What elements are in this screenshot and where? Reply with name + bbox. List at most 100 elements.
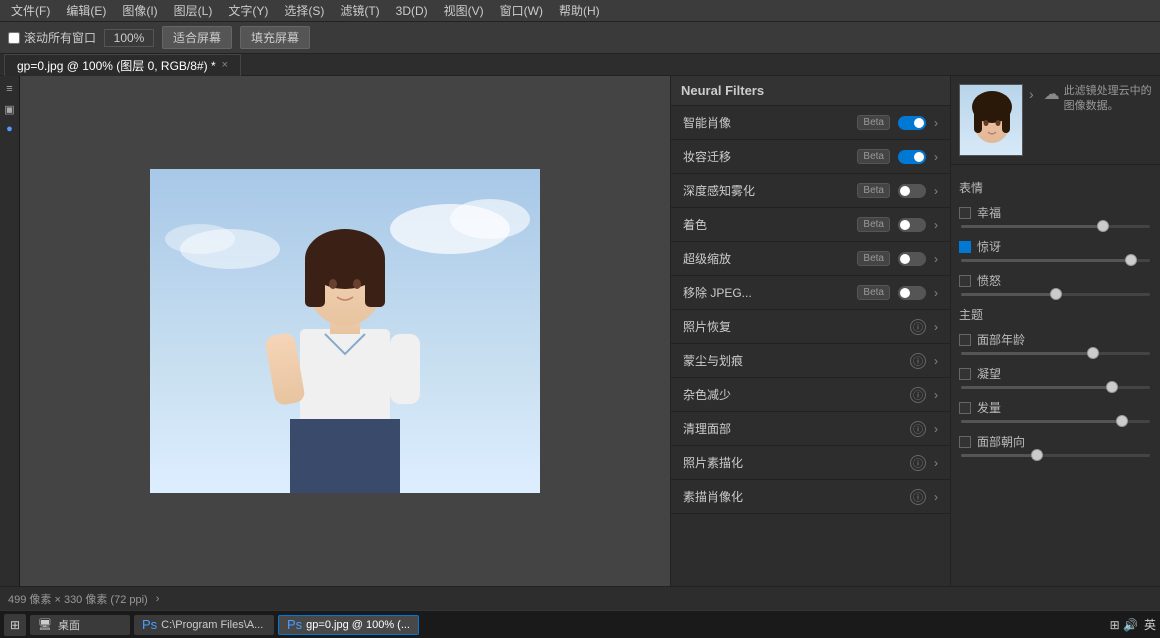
filter-toggle-colorize[interactable] xyxy=(898,218,926,232)
thumb-anger[interactable] xyxy=(1050,288,1062,300)
track-face-age[interactable] xyxy=(961,352,1150,355)
systray-icons: ⊞ 🔊 xyxy=(1110,618,1138,632)
checkbox-surprise[interactable] xyxy=(959,241,971,253)
filter-arrow-super-zoom: › xyxy=(934,252,938,266)
filter-item-smart-portrait[interactable]: 智能肖像 Beta › xyxy=(671,106,950,140)
track-happiness[interactable] xyxy=(961,225,1150,228)
taskbar-app1[interactable]: Ps C:\Program Files\A... xyxy=(134,615,274,635)
filter-arrow-depth-fog: › xyxy=(934,184,938,198)
filter-name-remove-jpeg: 移除 JPEG... xyxy=(683,284,849,301)
zoom-input[interactable] xyxy=(104,29,154,47)
menu-window[interactable]: 窗口(W) xyxy=(493,0,550,21)
track-hair[interactable] xyxy=(961,420,1150,423)
taskbar-desktop[interactable]: 🖥 桌面 xyxy=(30,615,130,635)
filter-arrow-colorize: › xyxy=(934,218,938,232)
fit-screen-button[interactable]: 适合屏幕 xyxy=(162,26,232,49)
filter-item-face-clean[interactable]: 清理面部 ⓘ › xyxy=(671,412,950,446)
track-surprise[interactable] xyxy=(961,259,1150,262)
filter-item-makeup[interactable]: 妆容迁移 Beta › xyxy=(671,140,950,174)
filter-badge-remove-jpeg: Beta xyxy=(857,285,890,300)
checkbox-face-age[interactable] xyxy=(959,334,971,346)
main-tab[interactable]: gp=0.jpg @ 100% (图层 0, RGB/8#) * × xyxy=(4,54,241,76)
app1-icon: Ps xyxy=(142,617,157,632)
filter-name-makeup: 妆容迁移 xyxy=(683,148,849,165)
filter-badge-super-zoom: Beta xyxy=(857,251,890,266)
systray-lang[interactable]: 英 xyxy=(1144,616,1156,633)
slider-face-age: 面部年龄 xyxy=(959,331,1152,355)
checkbox-happiness[interactable] xyxy=(959,207,971,219)
filter-info-dust-scratch[interactable]: ⓘ xyxy=(910,353,926,369)
track-anger[interactable] xyxy=(961,293,1150,296)
filter-toggle-makeup[interactable] xyxy=(898,150,926,164)
label-face-age: 面部年龄 xyxy=(977,331,1025,348)
filter-info-photo-sketch[interactable]: ⓘ xyxy=(910,455,926,471)
filter-info-noise-reduce[interactable]: ⓘ xyxy=(910,387,926,403)
slider-hair: 发量 xyxy=(959,399,1152,423)
scroll-all-label: 滚动所有窗口 xyxy=(24,29,96,46)
filter-name-sketch-portrait: 素描肖像化 xyxy=(683,488,902,505)
filter-name-face-clean: 清理面部 xyxy=(683,420,902,437)
thumb-face-direction[interactable] xyxy=(1031,449,1043,461)
menu-image[interactable]: 图像(I) xyxy=(115,0,164,21)
menu-3d[interactable]: 3D(D) xyxy=(389,2,435,20)
neural-filters-panel: Neural Filters 智能肖像 Beta › 妆容迁移 Beta › xyxy=(670,76,950,586)
thumb-surprise[interactable] xyxy=(1125,254,1137,266)
filter-info-face-clean[interactable]: ⓘ xyxy=(910,421,926,437)
fill-face-age xyxy=(961,352,1093,355)
menu-select[interactable]: 选择(S) xyxy=(277,0,331,21)
filter-toggle-super-zoom[interactable] xyxy=(898,252,926,266)
track-face-direction[interactable] xyxy=(961,454,1150,457)
thumb-gaze[interactable] xyxy=(1106,381,1118,393)
filter-arrow-remove-jpeg: › xyxy=(934,286,938,300)
thumb-happiness[interactable] xyxy=(1097,220,1109,232)
fill-face-direction xyxy=(961,454,1037,457)
filter-item-super-zoom[interactable]: 超级缩放 Beta › xyxy=(671,242,950,276)
status-arrow[interactable]: › xyxy=(156,593,160,605)
taskbar: ⊞ 🖥 桌面 Ps C:\Program Files\A... Ps gp=0.… xyxy=(0,610,1160,638)
checkbox-gaze[interactable] xyxy=(959,368,971,380)
menu-layer[interactable]: 图层(L) xyxy=(167,0,220,21)
scroll-all-windows-checkbox[interactable]: 滚动所有窗口 xyxy=(8,29,96,46)
menu-view[interactable]: 视图(V) xyxy=(437,0,491,21)
filter-item-dust-scratch[interactable]: 蒙尘与划痕 ⓘ › xyxy=(671,344,950,378)
canvas-area[interactable] xyxy=(20,76,670,586)
tab-label: gp=0.jpg @ 100% (图层 0, RGB/8#) * xyxy=(17,57,216,74)
thumb-hair[interactable] xyxy=(1116,415,1128,427)
checkbox-hair[interactable] xyxy=(959,402,971,414)
fill-screen-button[interactable]: 填充屏幕 xyxy=(240,26,310,49)
filter-item-photo-restore[interactable]: 照片恢复 ⓘ › xyxy=(671,310,950,344)
filter-toggle-remove-jpeg[interactable] xyxy=(898,286,926,300)
toolbar: 滚动所有窗口 适合屏幕 填充屏幕 xyxy=(0,22,1160,54)
filter-item-photo-sketch[interactable]: 照片素描化 ⓘ › xyxy=(671,446,950,480)
filter-toggle-depth-fog[interactable] xyxy=(898,184,926,198)
filter-item-sketch-portrait[interactable]: 素描肖像化 ⓘ › xyxy=(671,480,950,514)
checkbox-face-direction[interactable] xyxy=(959,436,971,448)
side-tools-panel: ≡ ▣ ● xyxy=(0,76,20,586)
side-tool-active[interactable]: ● xyxy=(1,120,19,138)
thumb-face-age[interactable] xyxy=(1087,347,1099,359)
filter-item-depth-fog[interactable]: 深度感知雾化 Beta › xyxy=(671,174,950,208)
menu-filter[interactable]: 滤镜(T) xyxy=(333,0,386,21)
tab-close-button[interactable]: × xyxy=(222,59,228,71)
filter-item-colorize[interactable]: 着色 Beta › xyxy=(671,208,950,242)
filter-item-remove-jpeg[interactable]: 移除 JPEG... Beta › xyxy=(671,276,950,310)
neural-filters-scroll[interactable]: 智能肖像 Beta › 妆容迁移 Beta › 深度感知雾化 Beta xyxy=(671,106,950,586)
start-button[interactable]: ⊞ xyxy=(4,614,26,636)
portrait-expand-button[interactable]: › xyxy=(1027,84,1036,104)
filter-info-sketch-portrait[interactable]: ⓘ xyxy=(910,489,926,505)
filter-name-photo-sketch: 照片素描化 xyxy=(683,454,902,471)
taskbar-app2[interactable]: Ps gp=0.jpg @ 100% (... xyxy=(278,615,419,635)
menu-help[interactable]: 帮助(H) xyxy=(552,0,607,21)
side-tool-mask[interactable]: ▣ xyxy=(1,100,19,118)
menu-file[interactable]: 文件(F) xyxy=(4,0,57,21)
side-tool-filter[interactable]: ≡ xyxy=(1,80,19,98)
track-gaze[interactable] xyxy=(961,386,1150,389)
menu-edit[interactable]: 编辑(E) xyxy=(59,0,113,21)
filter-info-photo-restore[interactable]: ⓘ xyxy=(910,319,926,335)
checkbox-anger[interactable] xyxy=(959,275,971,287)
section-title-subject: 主题 xyxy=(959,306,1152,323)
filter-toggle-smart-portrait[interactable] xyxy=(898,116,926,130)
menu-text[interactable]: 文字(Y) xyxy=(221,0,275,21)
right-scroll[interactable]: 表情 幸福 惊讶 xyxy=(951,165,1160,586)
filter-item-noise-reduce[interactable]: 杂色减少 ⓘ › xyxy=(671,378,950,412)
